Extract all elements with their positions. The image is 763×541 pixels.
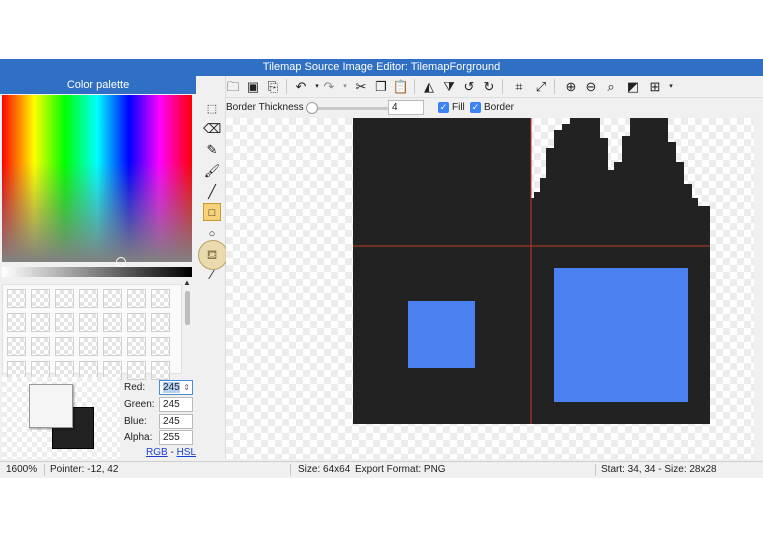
color-swatch[interactable]: [79, 289, 98, 308]
grayscale-bar[interactable]: [2, 267, 192, 277]
rotate-right-icon[interactable]: ↻: [480, 78, 498, 96]
color-swatch[interactable]: [127, 289, 146, 308]
pointer-highlight: [198, 240, 228, 270]
grid-dropdown-icon[interactable]: ▾: [662, 78, 680, 96]
copy-icon[interactable]: ❐: [372, 78, 390, 96]
zoom-level: 1600%: [6, 464, 38, 475]
red-label: Red:: [124, 382, 146, 393]
spectrum-cursor[interactable]: [116, 257, 126, 267]
toolbar-separator: [554, 79, 555, 94]
cut-icon[interactable]: ✂: [352, 78, 370, 96]
flip-vertical-icon[interactable]: ⧩: [440, 78, 458, 96]
alpha-label: Alpha:: [124, 432, 153, 443]
mode-separator: -: [170, 447, 174, 458]
color-swatch[interactable]: [151, 289, 170, 308]
toolbar-separator: [502, 79, 503, 94]
color-swatch[interactable]: [31, 337, 50, 356]
color-swatch[interactable]: [31, 289, 50, 308]
window-title: Tilemap Source Image Editor: TilemapForg…: [0, 59, 763, 76]
line-icon[interactable]: ╱: [203, 183, 221, 201]
color-swatch[interactable]: [151, 337, 170, 356]
border-thickness-slider-track[interactable]: [308, 107, 388, 110]
color-swatch[interactable]: [7, 289, 26, 308]
border-label: Border: [484, 102, 515, 113]
tilemap-drawing[interactable]: [226, 118, 763, 459]
pointer-position: Pointer: -12, 42: [50, 464, 119, 475]
fill-checkbox[interactable]: ✓: [438, 102, 449, 113]
color-mode-links: RGB - HSL: [146, 447, 196, 458]
color-swatch[interactable]: [127, 361, 146, 380]
zoom-out-icon[interactable]: ⊖: [582, 78, 600, 96]
color-swatch[interactable]: [79, 313, 98, 332]
fill-label: Fill: [452, 102, 465, 113]
save-as-icon[interactable]: ⎘: [264, 78, 282, 96]
color-swatch[interactable]: [103, 337, 122, 356]
rectangle-icon[interactable]: □: [203, 203, 221, 221]
color-swatch[interactable]: [151, 361, 170, 380]
color-palette-header: Color palette: [0, 76, 196, 94]
status-separator: [44, 464, 45, 476]
color-swatch[interactable]: [55, 337, 74, 356]
tool-options-bar: Border Thickness 4 ✓ Fill ✓ Border: [226, 98, 763, 118]
toolbar-separator: [286, 79, 287, 94]
export-format: Export Format: PNG: [355, 464, 446, 475]
scroll-up-icon[interactable]: ▲: [183, 278, 191, 287]
color-swatch[interactable]: [55, 313, 74, 332]
flip-horizontal-icon[interactable]: ◭: [420, 78, 438, 96]
brush-icon[interactable]: 🖌: [203, 162, 221, 180]
green-input[interactable]: 245: [159, 397, 193, 412]
tile-dark-left: [353, 118, 531, 424]
color-swatch[interactable]: [103, 289, 122, 308]
swatch-grid: [2, 284, 182, 380]
status-separator: [290, 464, 291, 476]
resize-icon[interactable]: ⤢: [532, 78, 550, 96]
main-toolbar: 🗋 🗀 ▣ ⎘ ↶ ▾ ↷ ▾ ✂ ❐ 📋 ◭ ⧩ ↺ ↻ ⌗ ⤢ ⊕ ⊖ ⌕ …: [198, 76, 763, 98]
color-swatch[interactable]: [79, 337, 98, 356]
selection-info: Start: 34, 34 - Size: 28x28: [601, 464, 717, 475]
image-size: Size: 64x64: [298, 464, 351, 475]
crop-icon[interactable]: ⌗: [510, 78, 528, 96]
rotate-left-icon[interactable]: ↺: [460, 78, 478, 96]
large-blue-square: [554, 268, 688, 402]
zoom-fit-icon[interactable]: ⌕: [602, 78, 620, 96]
color-swatch[interactable]: [151, 313, 170, 332]
save-icon[interactable]: ▣: [244, 78, 262, 96]
blue-input[interactable]: 245: [159, 414, 193, 429]
small-blue-square: [408, 301, 475, 368]
red-input[interactable]: 245 ⇕: [159, 380, 193, 395]
eraser-icon[interactable]: ⌫: [203, 120, 221, 138]
invert-icon[interactable]: ◩: [624, 78, 642, 96]
alpha-input[interactable]: 255: [159, 430, 193, 445]
hsl-mode-link[interactable]: HSL: [177, 447, 196, 458]
color-swatch[interactable]: [55, 289, 74, 308]
border-checkbox[interactable]: ✓: [470, 102, 481, 113]
border-thickness-label: Border Thickness: [226, 102, 304, 113]
pencil-icon[interactable]: ✎: [203, 141, 221, 159]
green-label: Green:: [124, 399, 155, 410]
color-swatch[interactable]: [31, 313, 50, 332]
select-icon[interactable]: ⬚: [203, 100, 221, 118]
editor-window: Tilemap Source Image Editor: TilemapForg…: [0, 59, 763, 478]
rgb-mode-link[interactable]: RGB: [146, 447, 168, 458]
blue-label: Blue:: [124, 416, 147, 427]
toolbar-separator: [414, 79, 415, 94]
color-swatch[interactable]: [127, 313, 146, 332]
color-swatch[interactable]: [103, 313, 122, 332]
foreground-color-swatch[interactable]: [29, 384, 73, 428]
open-folder-icon[interactable]: 🗀: [224, 78, 242, 96]
zoom-in-icon[interactable]: ⊕: [562, 78, 580, 96]
color-spectrum[interactable]: [2, 95, 192, 262]
status-separator: [595, 464, 596, 476]
paste-icon[interactable]: 📋: [392, 78, 410, 96]
border-thickness-input[interactable]: 4: [388, 100, 424, 115]
color-swatch[interactable]: [127, 337, 146, 356]
border-thickness-slider-thumb[interactable]: [306, 102, 318, 114]
image-canvas[interactable]: [226, 118, 763, 459]
color-swatch[interactable]: [7, 313, 26, 332]
swatch-scroll-thumb[interactable]: [185, 291, 190, 325]
canvas-vertical-scrollbar[interactable]: [754, 118, 763, 459]
status-bar: 1600% Pointer: -12, 42 Size: 64x64 Expor…: [0, 461, 763, 478]
color-swatch[interactable]: [7, 337, 26, 356]
